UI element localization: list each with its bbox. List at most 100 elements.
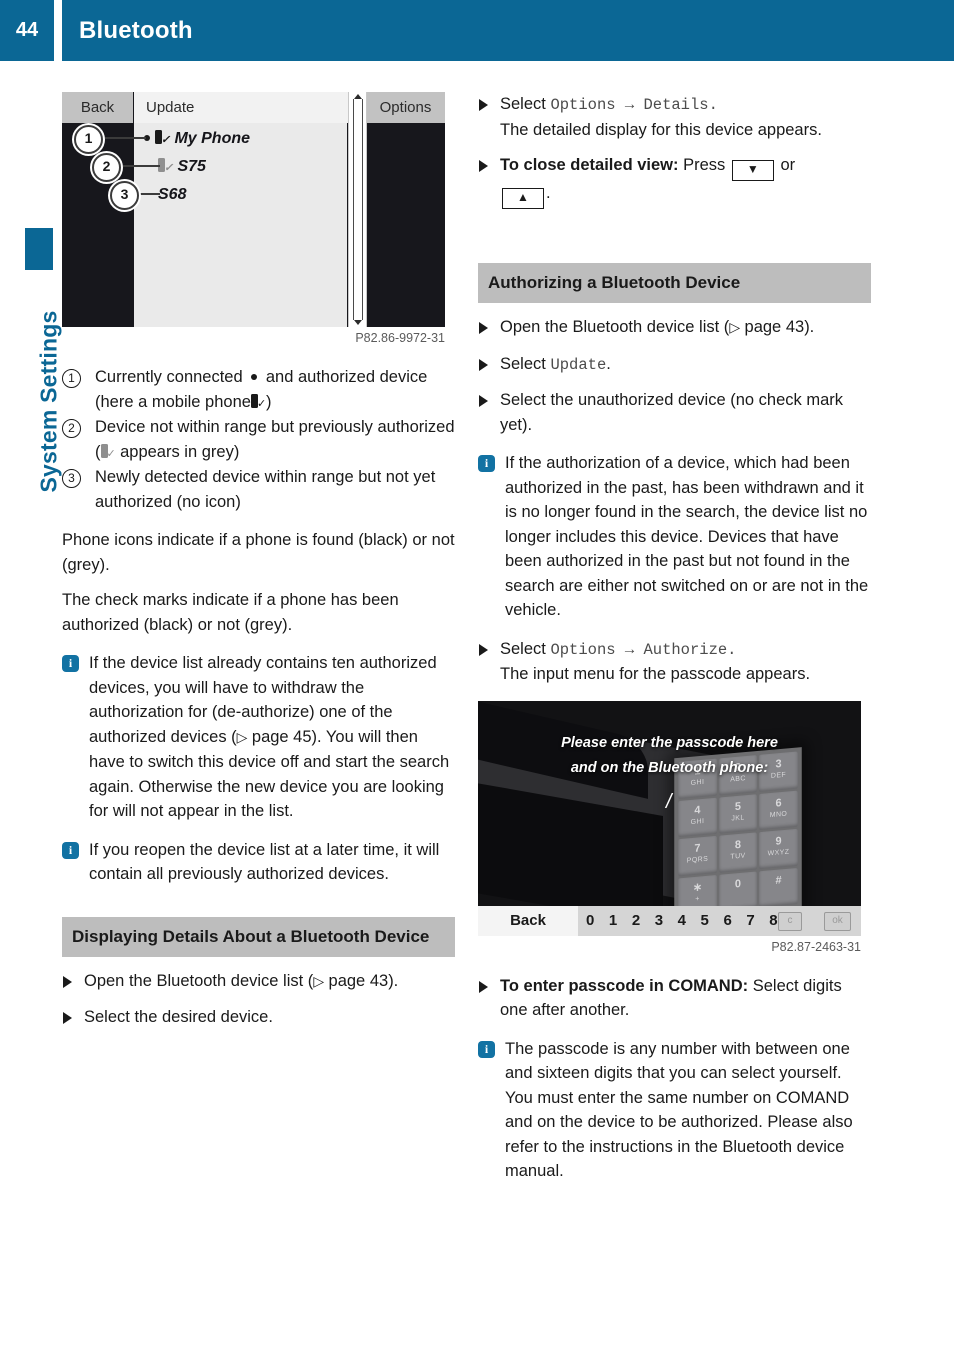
device-list-pane	[134, 123, 347, 327]
page-header: 44 Bluetooth	[0, 0, 954, 61]
info-icon: i	[478, 455, 495, 472]
page-ref-arrow-icon: ▷	[729, 320, 745, 336]
step-triangle-icon	[479, 99, 488, 111]
page-number-block: 44	[0, 0, 54, 61]
step-text: Open the Bluetooth device list (	[84, 971, 314, 990]
key-up-icon[interactable]: ▲	[502, 188, 544, 209]
step-triangle-icon	[479, 160, 488, 172]
step-select-options-details: Select Options → Details. The detailed d…	[478, 92, 871, 142]
figure-device-list: Back Update Options ✓ My Phone ✓ S75 S68…	[62, 92, 445, 327]
step-triangle-icon	[63, 975, 72, 988]
step-bold-label: To close detailed view:	[500, 156, 679, 174]
phone-check-icon-grey: ✓	[158, 158, 173, 174]
key-down-icon[interactable]: ▼	[731, 160, 774, 181]
callout-description-3: 3 Newly detected device within range but…	[62, 465, 455, 514]
menu-item-update: Update	[550, 355, 607, 374]
header-title-block: Bluetooth	[62, 0, 954, 61]
step-select-update: Select Update.	[478, 352, 871, 378]
step-text: Select the unauthorized device (no check…	[500, 391, 844, 434]
step-text-or: or	[780, 156, 796, 174]
step-text-end: ).	[388, 971, 399, 990]
step-text: Open the Bluetooth device list (	[500, 318, 730, 336]
passcode-prompt-message: Please enter the passcode here and on th…	[478, 731, 861, 781]
keypad-key: #	[759, 866, 798, 907]
sidebar-section-label: System Settings	[35, 310, 62, 493]
device-name: My Phone	[174, 130, 251, 147]
info-note-ten-devices: i If the device list already contains te…	[62, 651, 455, 824]
callout-description-1: 1 Currently connected and authorized dev…	[62, 365, 455, 414]
keypad-key: 5 JKL	[718, 793, 758, 834]
step-enter-passcode-in-comand: To enter passcode in COMAND: Select digi…	[478, 974, 871, 1023]
step-result-text: The detailed display for this device app…	[500, 120, 822, 139]
page-title: Bluetooth	[79, 16, 193, 44]
device-list-row-3[interactable]: S68	[158, 186, 186, 204]
step-text: Select	[500, 95, 546, 113]
scrollbar-track[interactable]	[353, 99, 363, 320]
info-note-reopen-list: i If you reopen the device list at a lat…	[62, 838, 455, 887]
connected-dot-icon	[251, 374, 258, 380]
info-icon: i	[62, 841, 79, 859]
keypad-key: 4 GHI	[678, 796, 717, 837]
left-column: Back Update Options ✓ My Phone ✓ S75 S68…	[62, 92, 455, 1041]
page-ref-arrow-icon: ▷	[236, 729, 252, 746]
keypad-key: 7 PQRS	[678, 835, 717, 876]
step-select-desired-device: Select the desired device.	[62, 1005, 455, 1030]
note-text: The passcode is any number with between …	[505, 1039, 853, 1181]
callout-marker-3: 3	[110, 181, 139, 210]
device-list-row-1[interactable]: ✓ My Phone	[144, 130, 250, 148]
step-triangle-icon	[63, 1012, 72, 1024]
passcode-bottom-bar: Back 0 1 2 3 4 5 6 7 8 9 c ok	[478, 905, 861, 936]
phone-check-icon-grey: ✓	[100, 443, 116, 460]
step-triangle-icon	[479, 358, 488, 371]
menu-path-options-authorize: Options → Authorize.	[550, 640, 737, 659]
section-tab-marker	[25, 228, 53, 270]
passcode-back-button[interactable]: Back	[478, 905, 578, 936]
info-icon: i	[62, 655, 79, 672]
figure-device-list-caption: P82.86-9972-31	[355, 331, 445, 345]
page-number: 44	[15, 19, 39, 41]
note-text: If you reopen the device list at a later…	[89, 840, 440, 884]
step-select-options-authorize: Select Options → Authorize. The input me…	[478, 637, 871, 687]
passcode-clear-button[interactable]: c	[778, 911, 802, 931]
note-page-ref: page 45	[251, 727, 312, 746]
callout-text-after: appears in grey)	[120, 442, 240, 461]
keypad-key: 8 TUV	[718, 831, 758, 872]
callout-marker-1: 1	[74, 125, 103, 154]
step-close-detailed-view: To close detailed view: Press ▼ or ▲.	[478, 153, 871, 209]
device-list-options-button[interactable]: Options	[366, 92, 445, 123]
figure-passcode-screen: 1 GHI 2 ABC 3 DEF 4 GHI 5 JKL 6 MNO 7 PQRS 8 TUV…	[478, 700, 861, 936]
info-note-passcode-rules: i The passcode is any number with betwee…	[478, 1037, 871, 1184]
callout-text: Newly detected device within range but n…	[95, 468, 436, 511]
device-name: S68	[158, 186, 187, 203]
phone-check-icon: ✓	[155, 130, 170, 146]
info-note-authorization-withdrawn: i If the authorization of a device, whic…	[478, 451, 871, 623]
step-page-ref: page 43	[744, 318, 805, 336]
step-text-end: .	[606, 354, 611, 373]
device-list-row-2[interactable]: ✓ S75	[158, 158, 206, 176]
callout-number-1: 1	[62, 369, 81, 388]
step-triangle-icon	[479, 980, 488, 993]
note-text: If the authorization of a device, which …	[505, 454, 869, 619]
step-text: Select the desired device.	[84, 1008, 273, 1026]
device-list-back-button[interactable]: Back	[62, 92, 133, 123]
callout-marker-2: 2	[92, 153, 121, 182]
step-page-ref: page 43	[328, 971, 389, 990]
callout-text-after: )	[265, 392, 272, 411]
step-text-period: .	[546, 184, 551, 202]
passcode-digit-row[interactable]: 0 1 2 3 4 5 6 7 8 9	[586, 906, 806, 936]
menu-path-options-details: Options → Details.	[550, 96, 718, 114]
passcode-ok-button[interactable]: ok	[824, 911, 851, 931]
step-select-unauthorized-device: Select the unauthorized device (no check…	[478, 388, 871, 437]
keypad-key: 0	[718, 870, 758, 911]
device-list-update-button[interactable]: Update	[134, 92, 351, 123]
step-result-text: The input menu for the passcode appears.	[500, 665, 811, 683]
page-ref-arrow-icon: ▷	[313, 973, 329, 990]
right-column: Select Options → Details. The detailed d…	[478, 92, 871, 1198]
info-icon: i	[478, 1040, 495, 1058]
section-heading-displaying-details: Displaying Details About a Bluetooth Dev…	[62, 916, 455, 957]
callout-number-3: 3	[62, 469, 81, 488]
scroll-down-arrow-icon[interactable]	[354, 320, 362, 325]
callout-description-2: 2 Device not within range but previously…	[62, 415, 455, 464]
passcode-input-caret: /	[666, 790, 672, 813]
device-list-scrollbar[interactable]	[348, 92, 367, 327]
